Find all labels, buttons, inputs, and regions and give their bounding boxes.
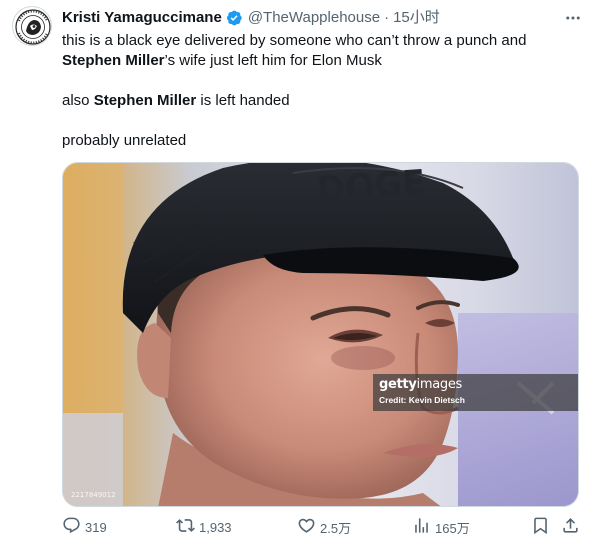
reply-button[interactable]: 319 [62, 515, 107, 539]
tweet-header: Kristi Yamaguccimane @TheWapplehouse · 1… [62, 8, 440, 28]
svg-text:DOGE: DOGE [316, 163, 427, 210]
view-count: 165万 [435, 520, 470, 536]
tweet-text: this is a black eye delivered by someone… [62, 31, 582, 151]
getty-logo-light: images [416, 377, 463, 392]
views-button[interactable]: 165万 [412, 515, 470, 539]
photo-image: DOGE [63, 163, 578, 506]
getty-logo-bold: getty [379, 377, 417, 392]
user-handle[interactable]: @TheWapplehouse [248, 8, 380, 28]
timestamp[interactable]: 15小时 [393, 8, 440, 28]
reply-icon [62, 516, 81, 538]
retweet-icon [176, 516, 195, 538]
share-button[interactable] [561, 515, 580, 539]
getty-watermark: gettyimages Credit: Kevin Dietsch [373, 374, 578, 411]
heart-icon [297, 516, 316, 538]
bookmark-icon [531, 516, 550, 538]
bookmark-button[interactable] [531, 515, 550, 539]
tweet-card: Kristi Yamaguccimane @TheWapplehouse · 1… [0, 0, 599, 549]
mention-stephen-miller: Stephen Miller [93, 92, 197, 109]
retweet-count: 1,933 [199, 519, 232, 535]
tweet-text-line: Stephen Miller’s wife just left him for … [62, 51, 582, 71]
avatar[interactable] [12, 6, 52, 46]
getty-logo: gettyimages [379, 377, 462, 392]
photo-id: 2217849012 [71, 491, 116, 499]
verified-badge-icon[interactable] [225, 9, 243, 27]
tweet-text-fragment: also [62, 92, 94, 109]
mention-stephen-miller: Stephen Miller [62, 52, 165, 69]
share-icon [561, 516, 580, 538]
like-button[interactable]: 2.5万 [297, 515, 351, 539]
more-horizontal-icon[interactable] [563, 8, 583, 28]
reply-count: 319 [85, 519, 107, 535]
tweet-text-line: probably unrelated [62, 132, 187, 149]
like-count: 2.5万 [320, 520, 352, 536]
avatar-image [14, 8, 51, 45]
separator-dot: · [384, 9, 390, 26]
tweet-text-fragment: is left handed [196, 92, 290, 109]
tweet-text-line: also Stephen Miller is left handed [62, 91, 582, 111]
photo-credit: Credit: Kevin Dietsch [379, 395, 465, 405]
display-name[interactable]: Kristi Yamaguccimane [62, 8, 222, 28]
action-bar: 319 1,933 2.5万 165万 [62, 515, 582, 539]
analytics-icon [412, 516, 431, 538]
tweet-text-fragment: ’s wife just left him for Elon Musk [164, 52, 382, 69]
retweet-button[interactable]: 1,933 [176, 515, 232, 539]
tweet-photo[interactable]: DOGE gettyimages Credit: Kevin Dietsch 2… [62, 162, 579, 507]
tweet-text-line: this is a black eye delivered by someone… [62, 32, 527, 49]
